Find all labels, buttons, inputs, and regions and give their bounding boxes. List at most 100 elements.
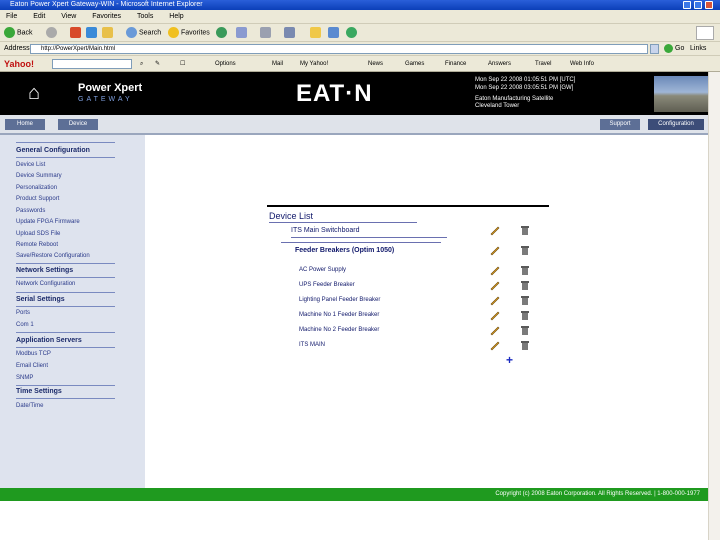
go-button[interactable]: Go bbox=[664, 42, 684, 56]
edit-pencil-icon[interactable] bbox=[489, 293, 501, 306]
bookmark-icon[interactable]: ☐ bbox=[180, 56, 185, 72]
yahoo-finance[interactable]: Finance bbox=[445, 56, 466, 72]
folder-button[interactable] bbox=[310, 27, 323, 39]
sidebar-item-com1[interactable]: Com 1 bbox=[16, 322, 34, 328]
sidebar-item-save-restore[interactable]: Save/Restore Configuration bbox=[16, 253, 90, 259]
sidebar-item-ports[interactable]: Ports bbox=[16, 310, 30, 316]
minimize-button[interactable] bbox=[683, 1, 691, 9]
favorites-button[interactable]: Favorites bbox=[168, 27, 210, 39]
print-button[interactable] bbox=[260, 27, 273, 39]
delete-trash-icon[interactable] bbox=[519, 338, 531, 350]
sidebar-item-date-time[interactable]: Date/Time bbox=[16, 403, 43, 409]
nav-home-button[interactable]: Home bbox=[5, 119, 45, 130]
address-input[interactable]: http://PowerXpert/Main.html bbox=[30, 44, 648, 54]
address-dropdown-icon[interactable] bbox=[650, 44, 659, 54]
device-row[interactable]: Lighting Panel Feeder Breaker bbox=[299, 297, 380, 303]
device-top[interactable]: ITS Main Switchboard bbox=[291, 227, 359, 234]
edit-pencil-icon[interactable] bbox=[489, 278, 501, 291]
window-title: Eaton Power Xpert Gateway-WIN - Microsof… bbox=[10, 1, 203, 8]
history-button[interactable] bbox=[216, 27, 229, 39]
forward-button[interactable] bbox=[46, 27, 59, 39]
add-device-button[interactable]: + bbox=[506, 353, 513, 367]
refresh-button[interactable] bbox=[86, 27, 99, 39]
vertical-scrollbar[interactable] bbox=[708, 72, 720, 540]
sidebar-item-device-list[interactable]: Device List bbox=[16, 162, 45, 168]
menu-file[interactable]: File bbox=[6, 13, 17, 20]
device-row[interactable]: Machine No 1 Feeder Breaker bbox=[299, 312, 379, 318]
menu-favorites[interactable]: Favorites bbox=[92, 13, 121, 20]
sidebar-item-update-firmware[interactable]: Update FPGA Firmware bbox=[16, 219, 80, 225]
sidebar-item-snmp[interactable]: SNMP bbox=[16, 375, 33, 381]
section-time: Time Settings bbox=[16, 388, 62, 395]
yahoo-travel[interactable]: Travel bbox=[535, 56, 551, 72]
yahoo-my-yahoo[interactable]: My Yahoo! bbox=[300, 56, 328, 72]
back-arrow-icon bbox=[4, 27, 15, 38]
delete-trash-icon[interactable] bbox=[519, 278, 531, 290]
sidebar-item-remote-reboot[interactable]: Remote Reboot bbox=[16, 242, 58, 248]
device-row[interactable]: ITS MAIN bbox=[299, 342, 325, 348]
sidebar-item-passwords[interactable]: Passwords bbox=[16, 208, 45, 214]
edit-pencil-icon[interactable] bbox=[489, 223, 501, 236]
sidebar-item-device-summary[interactable]: Device Summary bbox=[16, 173, 62, 179]
search-icon[interactable]: ⌕ bbox=[140, 56, 143, 72]
sidebar-item-email[interactable]: Email Client bbox=[16, 363, 48, 369]
sidebar-item-upload-sds[interactable]: Upload SDS File bbox=[16, 231, 60, 237]
delete-trash-icon[interactable] bbox=[519, 243, 531, 255]
device-row[interactable]: AC Power Supply bbox=[299, 267, 346, 273]
page-title: Device List bbox=[269, 211, 314, 221]
sidebar-item-product-support[interactable]: Product Support bbox=[16, 196, 59, 202]
config-sidebar: General Configuration Device List Device… bbox=[0, 135, 145, 490]
sidebar-item-network-config[interactable]: Network Configuration bbox=[16, 281, 75, 287]
time-gw: Mon Sep 22 2008 03:05:51 PM [GW] bbox=[475, 85, 574, 91]
edit-pencil-icon[interactable] bbox=[489, 308, 501, 321]
menu-edit[interactable]: Edit bbox=[33, 13, 45, 20]
search-button[interactable]: Search bbox=[126, 27, 161, 39]
yahoo-answers[interactable]: Answers bbox=[488, 56, 511, 72]
refresh-icon bbox=[86, 27, 97, 38]
delete-trash-icon[interactable] bbox=[519, 323, 531, 335]
home-button[interactable] bbox=[102, 27, 115, 39]
maximize-button[interactable] bbox=[694, 1, 702, 9]
mail-button[interactable] bbox=[236, 27, 249, 39]
yahoo-web-info[interactable]: Web Info bbox=[570, 56, 594, 72]
yahoo-logo[interactable]: Yahoo! bbox=[4, 56, 34, 72]
back-button[interactable]: Back bbox=[4, 27, 33, 39]
delete-trash-icon[interactable] bbox=[519, 293, 531, 305]
nav-configuration-button[interactable]: Configuration bbox=[648, 119, 704, 130]
site-name: Eaton Manufacturing Satellite bbox=[475, 96, 554, 102]
edit-button[interactable] bbox=[284, 27, 297, 39]
stop-button[interactable] bbox=[70, 27, 83, 39]
sidebar-item-modbus[interactable]: Modbus TCP bbox=[16, 351, 51, 357]
menu-view[interactable]: View bbox=[61, 13, 76, 20]
pencil-icon[interactable]: ✎ bbox=[155, 56, 160, 72]
site-photo bbox=[654, 76, 708, 112]
edit-pencil-icon[interactable] bbox=[489, 263, 501, 276]
delete-trash-icon[interactable] bbox=[519, 223, 531, 235]
links-label[interactable]: Links bbox=[690, 42, 706, 56]
footer: Copyright (c) 2008 Eaton Corporation. Al… bbox=[0, 488, 708, 501]
address-label: Address bbox=[4, 45, 30, 52]
printer-icon bbox=[260, 27, 271, 38]
edit-pencil-icon[interactable] bbox=[489, 338, 501, 351]
messenger-button[interactable] bbox=[346, 27, 359, 39]
edit-pencil-icon[interactable] bbox=[489, 323, 501, 336]
yahoo-games[interactable]: Games bbox=[405, 56, 424, 72]
delete-trash-icon[interactable] bbox=[519, 263, 531, 275]
device-row[interactable]: Machine No 2 Feeder Breaker bbox=[299, 327, 379, 333]
discuss-button[interactable] bbox=[328, 27, 341, 39]
yahoo-search-input[interactable] bbox=[52, 59, 132, 69]
menu-help[interactable]: Help bbox=[169, 13, 183, 20]
yahoo-options[interactable]: Options bbox=[215, 56, 236, 72]
yahoo-news[interactable]: News bbox=[368, 56, 383, 72]
yahoo-mail[interactable]: Mail bbox=[272, 56, 283, 72]
nav-support-button[interactable]: Support bbox=[600, 119, 640, 130]
device-row[interactable]: UPS Feeder Breaker bbox=[299, 282, 355, 288]
device-group[interactable]: Feeder Breakers (Optim 1050) bbox=[295, 247, 394, 254]
sidebar-item-personalization[interactable]: Personalization bbox=[16, 185, 57, 191]
close-button[interactable] bbox=[705, 1, 713, 9]
section-general: General Configuration bbox=[16, 147, 90, 154]
nav-device-button[interactable]: Device bbox=[58, 119, 98, 130]
edit-pencil-icon[interactable] bbox=[489, 243, 501, 256]
delete-trash-icon[interactable] bbox=[519, 308, 531, 320]
menu-tools[interactable]: Tools bbox=[137, 13, 153, 20]
